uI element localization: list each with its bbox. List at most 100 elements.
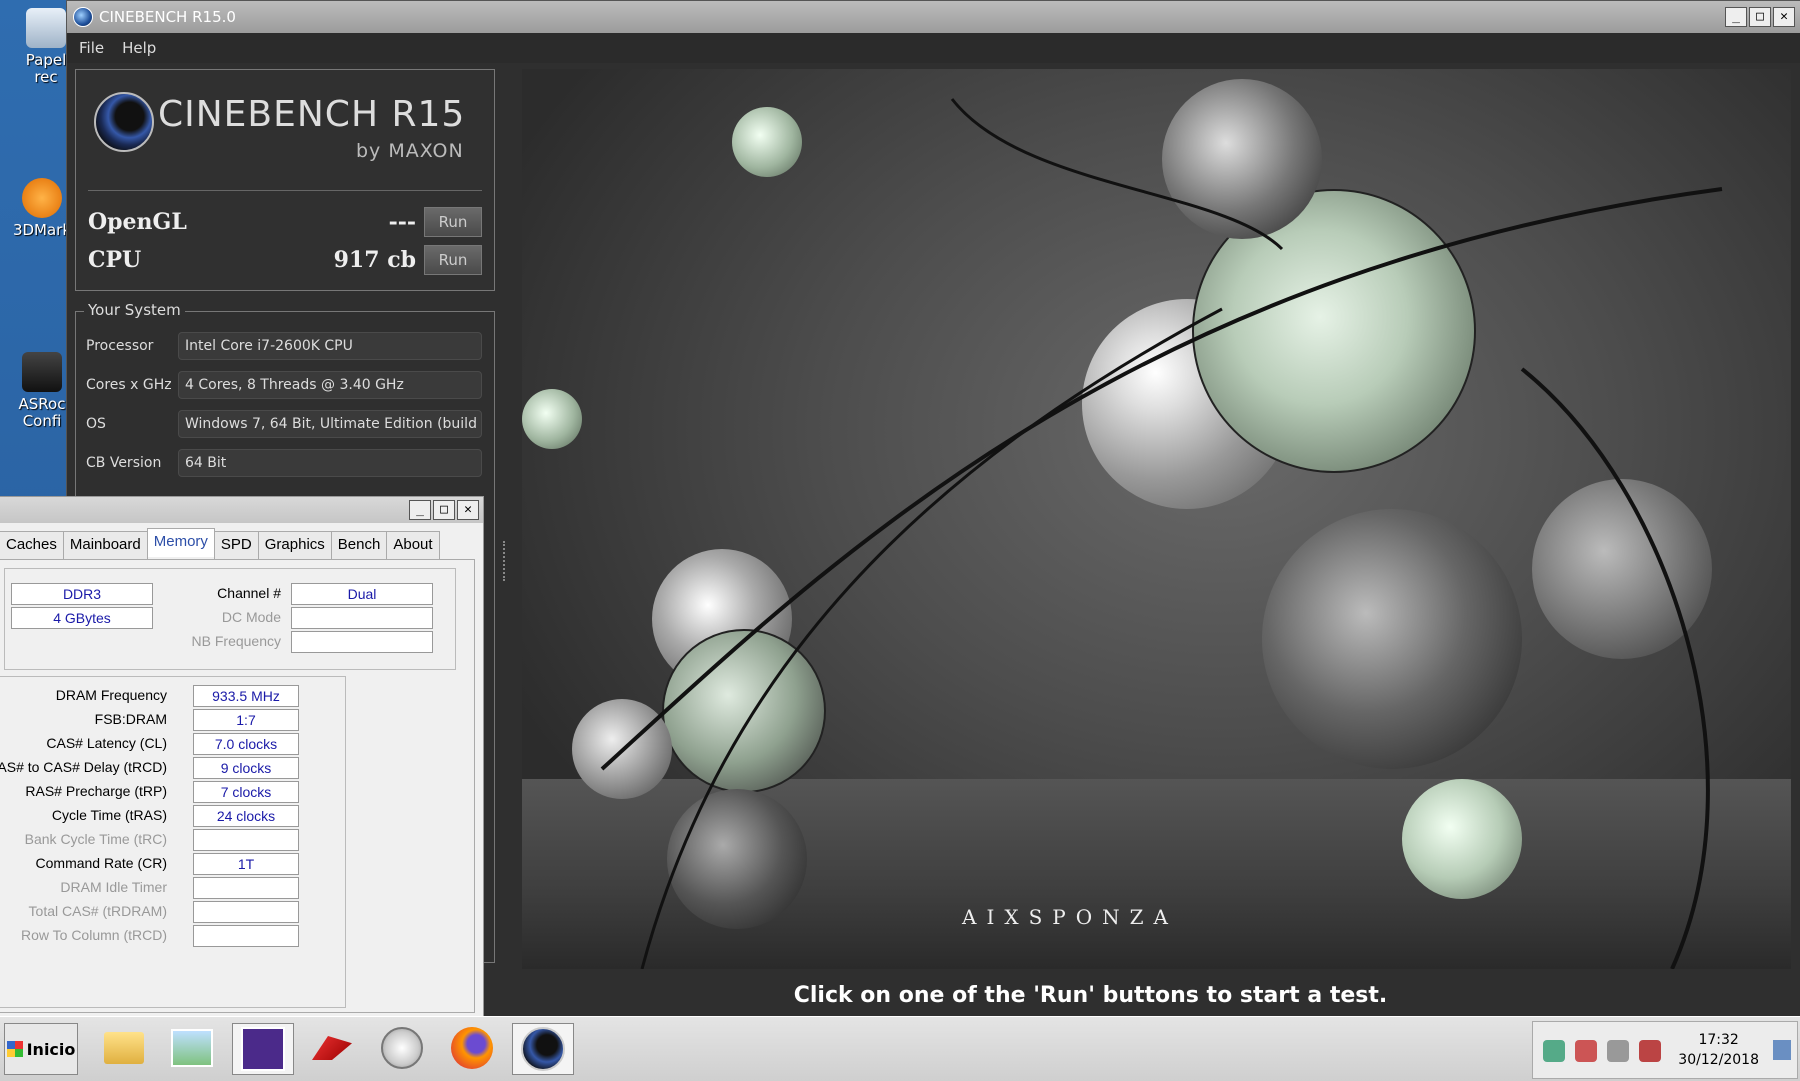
flag-icon[interactable] [1575,1040,1597,1062]
minimize-button[interactable]: _ [1725,7,1747,27]
divider [88,190,482,191]
taskbar-app[interactable] [302,1023,362,1073]
gauge-icon [381,1027,423,1069]
cpuz-window: _ □ ✕ Caches Mainboard Memory SPD Graphi… [0,496,484,1018]
folder-icon [104,1032,144,1064]
system-value: 4 Cores, 8 Threads @ 3.40 GHz [178,371,482,399]
cpuz-tabs: Caches Mainboard Memory SPD Graphics Ben… [0,528,440,560]
taskbar-gauge[interactable] [372,1023,432,1073]
system-row-cb-version: CB Version 64 Bit [86,449,482,477]
clock[interactable]: 17:32 30/12/2018 [1678,1030,1759,1070]
memory-panel: DDR3 4 GBytes Channel # Dual DC Mode NB … [0,559,475,1013]
close-button[interactable]: ✕ [457,500,479,520]
tab-bench[interactable]: Bench [330,531,388,560]
maximize-button[interactable]: □ [1749,7,1771,27]
desktop-icon-label: ASRoc Confi [18,395,66,430]
timing-value: 24 clocks [193,805,299,827]
tab-spd[interactable]: SPD [213,531,259,560]
cinebench-icon [521,1027,565,1071]
timing-value [193,877,299,899]
close-button[interactable]: ✕ [1773,7,1795,27]
system-row-processor: Processor Intel Core i7-2600K CPU [86,332,482,360]
tab-caches[interactable]: Caches [0,531,64,560]
taskbar-image-viewer[interactable] [162,1023,222,1073]
timing-label: DRAM Idle Timer [60,879,167,895]
system-key: OS [86,416,106,432]
product-vendor: by MAXON [356,140,464,162]
system-value: Windows 7, 64 Bit, Ultimate Edition (bui… [178,410,482,438]
timing-label: FSB:DRAM [94,711,167,727]
test-label: CPU [88,247,142,273]
maximize-button[interactable]: □ [433,500,455,520]
menu-bar: File Help [67,33,1800,63]
timing-label: Cycle Time (tRAS) [51,807,167,823]
test-label: OpenGL [88,209,187,235]
menu-help[interactable]: Help [122,39,156,57]
test-row-opengl: OpenGL --- Run [88,206,482,238]
render-viewport: AIXSPONZA [522,69,1791,969]
channel-field: Dual [291,583,433,605]
power-icon[interactable] [1639,1040,1661,1062]
system-tray: 17:32 30/12/2018 [1532,1021,1798,1079]
timing-label: Bank Cycle Time (tRC) [24,831,167,847]
system-value: 64 Bit [178,449,482,477]
system-row-cores: Cores x GHz 4 Cores, 8 Threads @ 3.40 GH… [86,371,482,399]
taskbar-explorer[interactable] [94,1023,154,1073]
minimize-button[interactable]: _ [409,500,431,520]
network-icon[interactable] [1543,1040,1565,1062]
firefox-icon [451,1027,493,1069]
tab-mainboard[interactable]: Mainboard [62,531,148,560]
test-row-cpu: CPU 917 cb Run [88,244,482,276]
desktop-icon-label: Papel rec [25,51,67,86]
timing-value: 9 clocks [193,757,299,779]
nb-frequency-field [291,631,433,653]
timing-label: Total CAS# (tRDRAM) [28,903,167,919]
taskbar-cinebench[interactable] [512,1023,574,1075]
windows-logo-icon [6,1041,23,1057]
show-desktop-icon[interactable] [1773,1040,1791,1060]
volume-muted-icon[interactable] [1607,1040,1629,1062]
taskbar-firefox[interactable] [442,1023,502,1073]
taskbar: Inicio 17:32 30/12/2018 [0,1016,1800,1081]
panel-splitter[interactable] [503,541,511,581]
system-value: Intel Core i7-2600K CPU [178,332,482,360]
general-group: DDR3 4 GBytes Channel # Dual DC Mode NB … [4,568,456,670]
taskbar-cpuz[interactable] [232,1023,294,1075]
menu-file[interactable]: File [79,39,104,57]
dc-mode-field [291,607,433,629]
red-app-icon [312,1036,352,1060]
cinebench-titlebar[interactable]: CINEBENCH R15.0 _ □ ✕ [67,1,1800,33]
run-cpu-button[interactable]: Run [424,245,482,275]
desktop-icon-3dmark[interactable]: 3DMark [10,178,74,239]
cpuz-titlebar[interactable]: _ □ ✕ [0,497,483,523]
timing-value: 1:7 [193,709,299,731]
render-wires [600,98,1723,969]
start-button[interactable]: Inicio [4,1023,78,1075]
tab-about[interactable]: About [386,531,440,560]
image-viewer-icon [171,1029,213,1067]
timing-label: CAS# Latency (CL) [46,735,167,751]
your-system-legend: Your System [84,301,185,319]
timing-value: 1T [193,853,299,875]
3dmark-icon [22,178,62,218]
timing-label: DRAM Frequency [55,687,167,703]
clock-date: 30/12/2018 [1678,1052,1759,1068]
run-opengl-button[interactable]: Run [424,207,482,237]
tab-graphics[interactable]: Graphics [257,531,332,560]
timing-label: Row To Column (tRCD) [21,927,167,943]
timing-value: 7.0 clocks [193,733,299,755]
timing-label: Command Rate (CR) [35,855,167,871]
timings-group: DRAM Frequency 933.5 MHz FSB:DRAM 1:7 CAS# L… [0,676,346,1008]
timing-value [193,925,299,947]
tab-memory[interactable]: Memory [146,528,215,557]
aixsponza-logo: AIXSPONZA [962,905,1178,929]
window-title: CINEBENCH R15.0 [99,8,236,26]
test-score: --- [388,209,416,235]
timing-label: RAS# Precharge (tRP) [25,783,167,799]
results-panel: CINEBENCH R15 by MAXON OpenGL --- Run CP… [75,69,495,291]
timing-value: 7 clocks [193,781,299,803]
dc-mode-label: DC Mode [221,609,281,625]
product-name: CINEBENCH R15 [158,94,466,135]
desktop-icon-asrock[interactable]: ASRoc Confi [10,352,74,430]
start-label: Inicio [26,1039,76,1059]
